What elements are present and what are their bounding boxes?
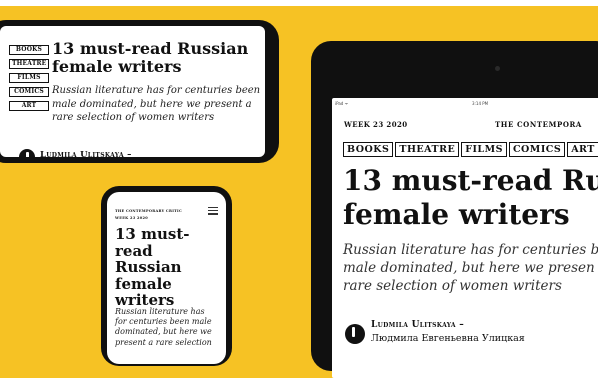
landscape-phone-screen: BOOKS THEATRE FILMS COMICS ART 13 must-r… [0,26,265,157]
tag-theatre[interactable]: THEATRE [9,59,49,69]
author-number-icon [19,149,35,157]
author-name-russian: Людмила Евгеньевна Улицкая [371,333,525,344]
article-title[interactable]: 13 must-read Russ female writers [343,164,598,232]
category-tags: BOOKS THEATRE FILMS COMICS ART [343,137,598,157]
lede-line: for centuries been male [115,317,212,327]
title-line: 13 must-read [115,225,190,260]
phone-header: THE CONTEMPORARY CRITIC WEEK 23 2020 [115,208,182,222]
tablet: iPad ᯤ 3:14 PM WEEK 23 2020 THE CONTEMPO… [311,41,598,378]
article-lede: Russian literature has for centuries b m… [343,241,598,295]
lede-line: rare selection of women writers [343,278,562,294]
article-title[interactable]: 13 must-read Russian female writers [52,40,262,76]
lede-line: Russian literature has [115,307,205,316]
title-line: female [115,274,172,293]
portrait-phone: THE CONTEMPORARY CRITIC WEEK 23 2020 13 … [101,186,232,366]
portrait-phone-screen: THE CONTEMPORARY CRITIC WEEK 23 2020 13 … [107,192,226,364]
lede-line: present a rare selection [115,337,212,347]
tag-films[interactable]: FILMS [461,142,507,157]
author-name[interactable]: Ludmila Ulitskaya – [371,320,464,330]
landscape-phone: BOOKS THEATRE FILMS COMICS ART 13 must-r… [0,20,279,163]
tablet-screen: iPad ᯤ 3:14 PM WEEK 23 2020 THE CONTEMPO… [332,98,598,378]
top-white-strip [0,0,598,6]
status-bar: iPad ᯤ 3:14 PM [332,98,598,109]
issue-week: WEEK 23 2020 [344,120,408,129]
title-line: 13 must-read Russ [343,164,598,197]
article-lede: Russian literature has for centuries bee… [52,84,264,125]
lede-line: dominated, but here we [115,327,212,337]
lede-line: Russian literature has for centuries b [343,242,598,258]
issue-week: WEEK 23 2020 [115,216,148,220]
site-brand[interactable]: THE CONTEMPORARY CRITIC [115,208,182,215]
device-label: iPad ᯤ [335,101,349,106]
article-lede: Russian literature has for centuries bee… [115,307,221,348]
tag-comics[interactable]: COMICS [508,142,566,157]
tag-books[interactable]: BOOKS [9,45,49,55]
tag-comics[interactable]: COMICS [9,87,49,97]
lede-line: male dominated, but here we present a [52,98,252,110]
tag-theatre[interactable]: THEATRE [395,142,460,157]
site-brand[interactable]: THE CONTEMPORA [495,120,582,129]
author-name[interactable]: Ludmila Ulitskaya – [40,150,132,157]
hamburger-menu-icon[interactable] [208,207,218,217]
lede-line: rare selection of women writers [52,112,215,123]
camera-dot [495,66,500,71]
tag-books[interactable]: BOOKS [343,142,394,157]
author-number-icon [345,324,365,344]
tag-films[interactable]: FILMS [9,73,49,83]
article-title[interactable]: 13 must-read Russian female writers [115,226,221,309]
title-line: Russian [115,258,182,276]
category-tags: BOOKS THEATRE FILMS COMICS ART [9,45,49,115]
tag-art[interactable]: ART [567,142,598,157]
title-line: female writers [343,198,570,231]
lede-line: male dominated, but here we presen [343,260,595,276]
tag-art[interactable]: ART [9,101,49,111]
lede-line: Russian literature has for centuries bee… [52,85,261,96]
clock: 3:14 PM [472,101,489,106]
